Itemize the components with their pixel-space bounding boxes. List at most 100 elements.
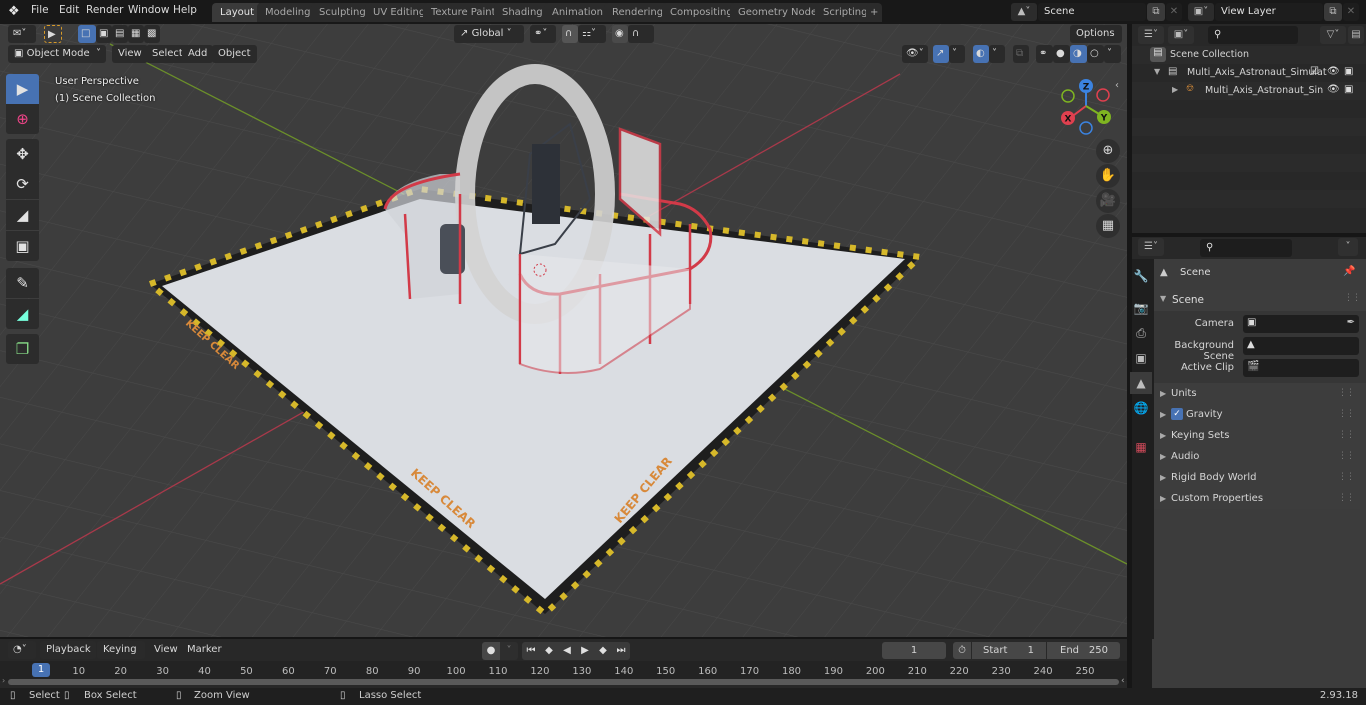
properties-editor-type-icon[interactable]: ☰˅ [1138, 238, 1164, 256]
scene-name-field[interactable]: Scene [1038, 3, 1146, 21]
blender-logo-icon[interactable]: ❖ [8, 4, 20, 19]
tab-animation[interactable]: Animation [544, 3, 611, 22]
3d-viewport[interactable]: KEEP CLEAR KEEP CLEAR KEEP CLEAR ✉˅ ▶ □ … [0, 24, 1127, 637]
pin-icon[interactable]: 📌 [1343, 266, 1355, 277]
drag-handle-icon[interactable]: ⋮⋮ [1338, 383, 1355, 404]
select-mode-difference-icon[interactable]: ▦ [128, 25, 144, 43]
start-frame-field[interactable]: Start 1 [972, 642, 1046, 659]
tab-texture[interactable]: ▦ [1130, 436, 1152, 458]
preview-range-icon[interactable]: ⏱ [953, 642, 971, 659]
tool-move[interactable]: ✥ [6, 139, 39, 169]
expand-arrow-icon[interactable]: ▼ [1154, 67, 1160, 76]
eyedropper-icon[interactable]: ✒ [1347, 317, 1355, 328]
tool-scale[interactable]: ◢ [6, 200, 39, 230]
filter-icon[interactable]: ▽˅ [1320, 26, 1346, 44]
tool-cursor[interactable]: ⊕ [6, 104, 39, 134]
timeline-scrollbar[interactable] [8, 679, 1119, 685]
menu-help[interactable]: Help [173, 4, 197, 16]
tab-render[interactable]: 📷 [1130, 297, 1152, 319]
panel-audio[interactable]: ▶ Audio ⋮⋮ [1154, 446, 1360, 467]
drag-handle-icon[interactable]: ⋮⋮ [1338, 446, 1355, 467]
menu-file[interactable]: File [31, 4, 49, 16]
tab-layout[interactable]: Layout [212, 3, 262, 22]
menu-window[interactable]: Window [128, 4, 169, 16]
outliner-editor-type-icon[interactable]: ☰˅ [1138, 26, 1164, 44]
snap-toggle-icon[interactable]: ∩ [562, 25, 578, 43]
outliner-search-input[interactable]: ⚲ [1208, 26, 1298, 44]
object-mode-dropdown[interactable]: ▣ Object Mode ˅ [8, 45, 106, 63]
add-workspace-button[interactable]: + [866, 3, 883, 22]
pivot-point-icon[interactable]: ⚭˅ [530, 25, 556, 43]
keying-dropdown[interactable]: Keying ˅ [97, 641, 145, 673]
proportional-edit-icon[interactable]: ◉ [612, 25, 628, 43]
shading-dropdown-icon[interactable]: ˅ [1104, 45, 1121, 63]
active-clip-field[interactable]: 🎬 [1243, 359, 1359, 377]
panel-rigid-body-world[interactable]: ▶ Rigid Body World ⋮⋮ [1154, 467, 1360, 488]
render-camera-icon[interactable]: ▣ [1344, 66, 1353, 77]
collapse-sidebar-icon[interactable]: ‹ [1121, 676, 1125, 686]
new-view-layer-icon[interactable]: ⧉ [1324, 3, 1342, 21]
options-dropdown[interactable]: Options ˅ [1070, 25, 1122, 57]
xray-toggle-icon[interactable]: ⧉ [1013, 45, 1029, 63]
overlays-dropdown-icon[interactable]: ˅ [989, 45, 1005, 63]
tab-tool[interactable]: 🔧 [1130, 265, 1152, 287]
tab-modeling[interactable]: Modeling [257, 3, 319, 22]
select-mode-extend-icon[interactable]: ▣ [96, 25, 112, 43]
drag-handle-icon[interactable]: ⋮⋮ [1344, 293, 1361, 303]
tool-measure[interactable]: ◢ [6, 299, 39, 329]
view-menu[interactable]: View [112, 45, 148, 63]
transform-orientation-dropdown[interactable]: ↗ Global ˅ [454, 25, 524, 43]
shading-wireframe-icon[interactable]: ⚭ [1036, 45, 1053, 63]
tool-add-cube[interactable]: ❐ [6, 334, 39, 364]
expand-arrow-icon[interactable]: ▶ [1172, 85, 1178, 94]
jump-start-icon[interactable]: ⏮ [522, 642, 540, 660]
pan-view-icon[interactable]: ✋ [1096, 164, 1120, 188]
playhead[interactable]: 1 [32, 663, 50, 677]
tab-scene[interactable]: ▲ [1130, 372, 1152, 394]
tab-view-layer[interactable]: ▣ [1130, 347, 1152, 369]
select-mode-intersect-icon[interactable]: ▩ [144, 25, 160, 43]
select-mode-subtract-icon[interactable]: ▤ [112, 25, 128, 43]
jump-end-icon[interactable]: ⏭ [612, 642, 630, 660]
auto-key-dropdown-icon[interactable]: ˅ [500, 642, 518, 660]
background-scene-field[interactable]: ▲ [1243, 337, 1359, 355]
visibility-eye-icon[interactable]: 👁 [1327, 84, 1340, 95]
tab-output[interactable]: ⎙ [1130, 322, 1152, 344]
panel-units[interactable]: ▶ Units ⋮⋮ [1154, 383, 1360, 404]
tool-transform[interactable]: ▣ [6, 231, 39, 261]
tool-select-icon[interactable]: ▶ [44, 25, 62, 43]
proportional-falloff-icon[interactable]: ∩ [628, 25, 654, 43]
ortho-toggle-icon[interactable]: ▦ [1096, 214, 1120, 238]
expand-channels-icon[interactable]: › [2, 676, 5, 685]
prev-keyframe-icon[interactable]: ◆ [540, 642, 558, 660]
tool-annotate[interactable]: ✎ [6, 268, 39, 298]
drag-handle-icon[interactable]: ⋮⋮ [1338, 488, 1355, 509]
gizmo-dropdown-icon[interactable]: ˅ [949, 45, 965, 63]
end-frame-field[interactable]: End 250 [1047, 642, 1120, 659]
add-menu[interactable]: Add [182, 45, 214, 63]
gravity-checkbox[interactable]: ✓ [1171, 408, 1183, 420]
outliner-row-collection[interactable]: ▼ ▤ Multi_Axis_Astronaut_Simulat ☑ 👁 ▣ [1132, 64, 1366, 82]
tool-rotate[interactable]: ⟳ [6, 169, 39, 199]
camera-view-icon[interactable]: 🎥 [1096, 189, 1120, 213]
navigation-gizmo[interactable]: Z X Y [1058, 76, 1118, 136]
render-camera-icon[interactable]: ▣ [1344, 84, 1353, 95]
playback-dropdown[interactable]: Playback ˅ [40, 641, 96, 673]
drag-handle-icon[interactable]: ⋮⋮ [1338, 467, 1355, 488]
shading-solid-icon[interactable]: ● [1053, 45, 1070, 63]
play-icon[interactable]: ▶ [576, 642, 594, 660]
new-scene-icon[interactable]: ⧉ [1147, 3, 1165, 21]
view-layer-field[interactable]: View Layer [1215, 3, 1323, 21]
view-layer-icon[interactable]: ▣˅ [1188, 3, 1214, 21]
menu-render[interactable]: Render [86, 4, 123, 16]
gizmo-toggle-icon[interactable]: ↗ [933, 45, 949, 63]
menu-edit[interactable]: Edit [59, 4, 79, 16]
gizmo-neg-z[interactable] [1079, 121, 1093, 135]
camera-field[interactable]: ▣ ✒ [1243, 315, 1359, 333]
gizmo-neg-y[interactable] [1061, 89, 1075, 103]
outliner-row-root[interactable]: ▤ Scene Collection [1132, 46, 1366, 64]
zoom-view-icon[interactable]: ⊕ [1096, 139, 1120, 163]
tab-world[interactable]: 🌐 [1130, 397, 1152, 419]
tool-select-box[interactable]: ▶ [6, 74, 39, 104]
scene-type-icon[interactable]: ▲˅ [1011, 3, 1037, 21]
